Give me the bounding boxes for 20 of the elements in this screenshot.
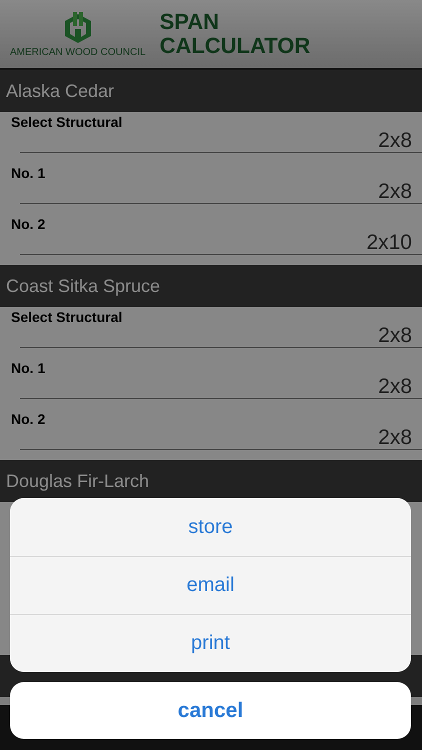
size-value: 2x10 [366,231,412,255]
species-name: Alaska Cedar [6,80,114,102]
species-name: Douglas Fir-Larch [6,470,150,492]
grade-label: No. 1 [11,360,46,376]
app-title: CALCULATOR [160,34,310,58]
size-value: 2x8 [378,375,412,399]
grade-label: No. 2 [11,411,46,427]
size-value: 2x8 [378,324,412,348]
cancel-button[interactable]: cancel [10,682,411,739]
species-name: Coast Sitka Spruce [6,276,160,296]
grade-label: Select Structural [11,309,122,325]
logo-text: AMERICAN WOOD COUNCIL [10,46,146,58]
app-title: SPAN [160,10,220,34]
grade-label: No. 1 [11,165,46,181]
grade-label: No. 2 [11,216,46,232]
size-value: 2x8 [378,426,412,450]
size-value: 2x8 [378,129,412,153]
size-value: 2x8 [378,180,412,204]
action-button[interactable]: print [10,614,411,672]
grade-label: Select Structural [11,114,122,130]
